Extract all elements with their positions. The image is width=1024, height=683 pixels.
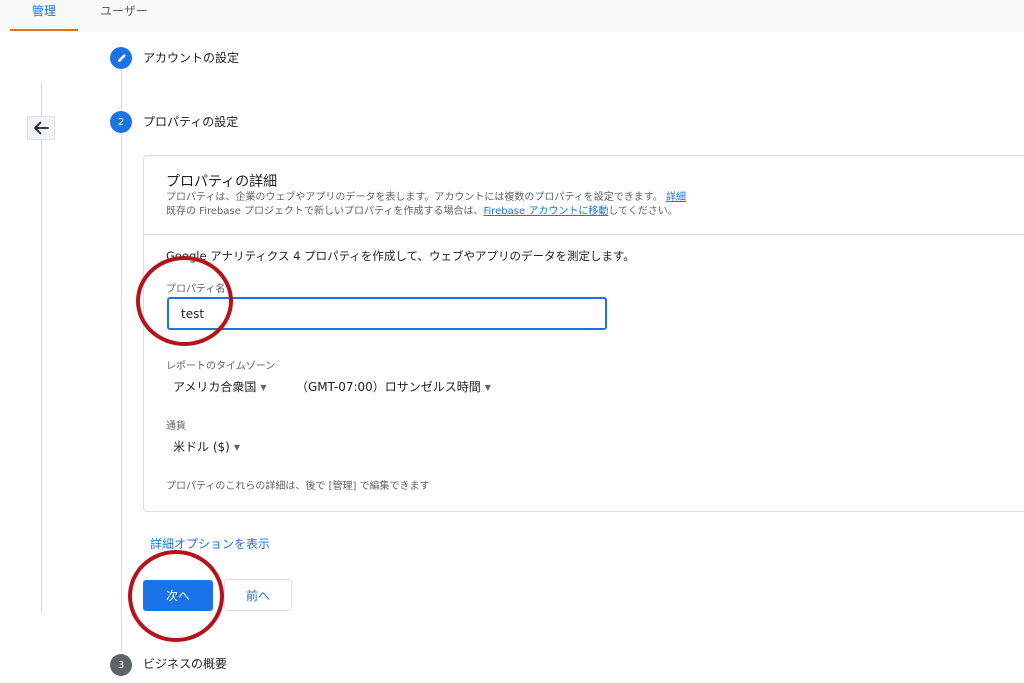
firebase-account-link[interactable]: Firebase アカウントに移動	[483, 206, 608, 217]
caret-down-icon: ▼	[233, 443, 240, 452]
step-1-label[interactable]: アカウントの設定	[143, 50, 239, 66]
show-advanced-options-link[interactable]: 詳細オプションを表示	[150, 535, 270, 552]
timezone-label: レポートのタイムゾーン	[166, 361, 276, 372]
caret-down-icon: ▼	[484, 383, 491, 392]
left-rail-divider	[41, 82, 42, 612]
active-tab-indicator	[10, 29, 78, 31]
currency-select[interactable]: 米ドル ($) ▼	[173, 438, 240, 455]
arrow-left-icon	[34, 121, 49, 135]
back-button[interactable]	[27, 116, 55, 140]
tab-admin[interactable]: 管理	[10, 0, 78, 32]
stepper-line	[121, 70, 122, 110]
firebase-suffix-text: してください。	[608, 206, 678, 217]
step-3-indicator: 3	[110, 654, 132, 676]
ga4-description: Google アナリティクス 4 プロパティを作成して、ウェブやアプリのデータを…	[166, 249, 635, 263]
step-2-indicator: 2	[110, 111, 132, 133]
card-title: プロパティの詳細	[166, 174, 278, 190]
step-3-label: ビジネスの概要	[143, 657, 228, 671]
next-button[interactable]: 次へ	[143, 580, 213, 611]
step-1-indicator	[110, 47, 132, 69]
step-2-label: プロパティの設定	[143, 115, 239, 129]
property-details-card: プロパティの詳細 プロパティは、企業のウェブやアプリのデータを表します。アカウン…	[143, 155, 1024, 512]
edit-later-note: プロパティのこれらの詳細は、後で [管理] で編集できます	[166, 481, 430, 492]
timezone-country-select[interactable]: アメリカ合衆国 ▼	[173, 378, 267, 395]
timezone-zone-value: （GMT-07:00）ロサンゼルス時間	[296, 380, 481, 394]
caret-down-icon: ▼	[260, 383, 267, 392]
tab-users[interactable]: ユーザー	[92, 0, 156, 32]
currency-value: 米ドル ($)	[173, 440, 230, 454]
stepper-line	[121, 134, 122, 652]
timezone-country-value: アメリカ合衆国	[173, 380, 257, 394]
card-divider	[144, 234, 1024, 235]
learn-more-link[interactable]: 詳細	[666, 192, 686, 203]
timezone-zone-select[interactable]: （GMT-07:00）ロサンゼルス時間 ▼	[296, 378, 491, 395]
currency-label: 通貨	[166, 421, 186, 432]
card-description-text: プロパティは、企業のウェブやアプリのデータを表します。アカウントには複数のプロパ…	[166, 192, 663, 203]
firebase-prefix-text: 既存の Firebase プロジェクトで新しいプロパティを作成する場合は、	[166, 206, 484, 217]
card-description-line-1: プロパティは、企業のウェブやアプリのデータを表します。アカウントには複数のプロパ…	[166, 191, 686, 205]
pencil-icon	[117, 53, 126, 62]
card-description-line-2: 既存の Firebase プロジェクトで新しいプロパティを作成する場合は、Fir…	[166, 205, 678, 219]
property-name-label: プロパティ名	[166, 284, 226, 295]
property-name-input[interactable]	[167, 297, 607, 330]
previous-button[interactable]: 前へ	[224, 579, 292, 611]
top-tab-bar: 管理 ユーザー	[0, 0, 1024, 32]
